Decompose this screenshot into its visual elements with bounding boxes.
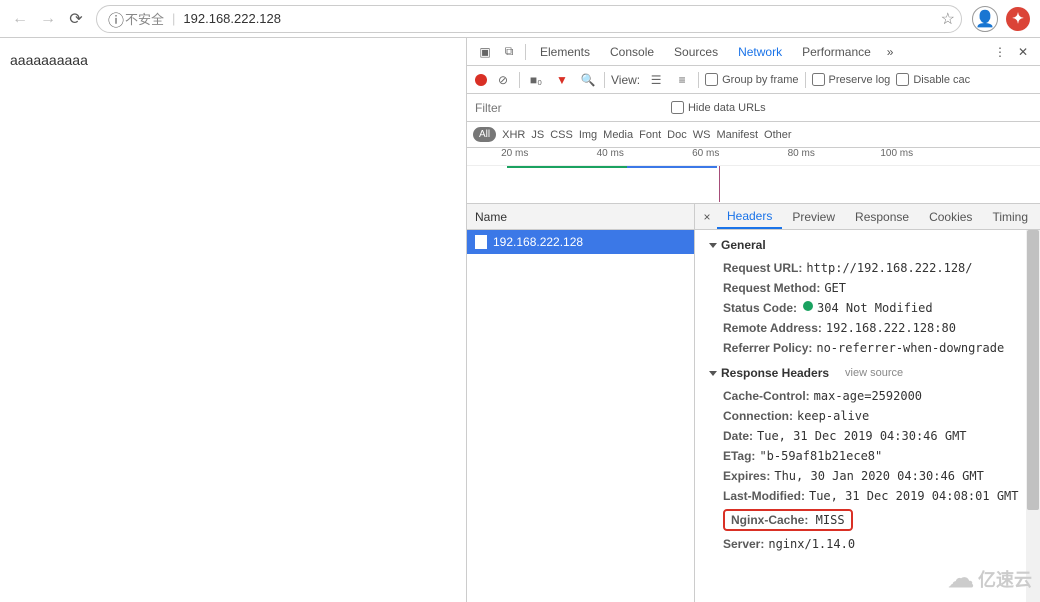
request-list: Name 192.168.222.128 — [467, 204, 695, 602]
view-label: View: — [611, 73, 640, 87]
devtools-close-icon[interactable]: ✕ — [1012, 45, 1034, 59]
filter-bar: Hide data URLs — [467, 94, 1040, 122]
type-all[interactable]: All — [473, 127, 496, 142]
hide-data-urls-checkbox[interactable]: Hide data URLs — [671, 101, 766, 114]
type-img[interactable]: Img — [579, 129, 597, 141]
tab-network[interactable]: Network — [728, 38, 792, 65]
back-icon[interactable]: ← — [6, 5, 34, 33]
header-row: Cache-Control:max-age=2592000 — [695, 386, 1040, 406]
status-dot-icon — [803, 301, 813, 311]
record-icon[interactable] — [475, 74, 487, 86]
profile-icon[interactable]: 👤 — [972, 6, 998, 32]
camera-icon[interactable]: ■₀ — [526, 73, 546, 87]
page-content: aaaaaaaaaa — [0, 38, 466, 602]
clear-icon[interactable]: ⊘ — [493, 73, 513, 87]
detail-close-icon[interactable]: × — [697, 210, 717, 224]
header-row: Connection:keep-alive — [695, 406, 1040, 426]
request-list-header[interactable]: Name — [467, 204, 694, 230]
waterfall-bar — [507, 166, 627, 168]
group-by-frame-checkbox[interactable]: Group by frame — [705, 73, 798, 86]
request-method: Request Method:GET — [695, 278, 1040, 298]
type-font[interactable]: Font — [639, 129, 661, 141]
search-icon[interactable]: 🔍 — [578, 73, 598, 87]
separator: | — [172, 11, 175, 26]
waterfall-icon[interactable]: ≡ — [672, 73, 692, 87]
tick: 80 ms — [753, 148, 849, 165]
tab-response[interactable]: Response — [845, 204, 919, 229]
tick: 60 ms — [658, 148, 754, 165]
nginx-cache-header: Nginx-Cache: MISS — [695, 506, 1040, 534]
network-toolbar: ⊘ ■₀ ▼ 🔍 View: ☰ ≡ Group by frame Preser… — [467, 66, 1040, 94]
watermark: ☁亿速云 — [948, 563, 1032, 594]
devtools-tabs: ▣ ⧉ Elements Console Sources Network Per… — [467, 38, 1040, 66]
preserve-log-checkbox[interactable]: Preserve log — [812, 73, 891, 86]
devtools-panel: ▣ ⧉ Elements Console Sources Network Per… — [466, 38, 1040, 602]
tab-console[interactable]: Console — [600, 38, 664, 65]
disable-cache-checkbox[interactable]: Disable cac — [896, 73, 970, 86]
filter-input[interactable] — [467, 97, 667, 119]
forward-icon[interactable]: → — [34, 5, 62, 33]
tick: 20 ms — [467, 148, 563, 165]
header-row: ETag:"b-59af81b21ece8" — [695, 446, 1040, 466]
address-bar[interactable]: ⓘ 不安全 | 192.168.222.128 ☆ — [96, 5, 962, 33]
request-row[interactable]: 192.168.222.128 — [467, 230, 694, 254]
scrollbar[interactable] — [1026, 230, 1040, 602]
tabs-overflow-icon[interactable]: » — [881, 45, 900, 59]
tab-preview[interactable]: Preview — [782, 204, 845, 229]
tab-elements[interactable]: Elements — [530, 38, 600, 65]
tab-performance[interactable]: Performance — [792, 38, 881, 65]
type-manifest[interactable]: Manifest — [716, 129, 758, 141]
type-js[interactable]: JS — [531, 129, 544, 141]
header-row: Expires:Thu, 30 Jan 2020 04:30:46 GMT — [695, 466, 1040, 486]
remote-address: Remote Address:192.168.222.128:80 — [695, 318, 1040, 338]
bookmark-icon[interactable]: ☆ — [941, 9, 955, 29]
large-rows-icon[interactable]: ☰ — [646, 73, 666, 87]
type-xhr[interactable]: XHR — [502, 129, 525, 141]
inspect-icon[interactable]: ▣ — [473, 45, 497, 59]
url-text: 192.168.222.128 — [183, 11, 281, 26]
type-doc[interactable]: Doc — [667, 129, 687, 141]
request-detail: × Headers Preview Response Cookies Timin… — [695, 204, 1040, 602]
type-media[interactable]: Media — [603, 129, 633, 141]
type-css[interactable]: CSS — [550, 129, 573, 141]
extension-icon[interactable]: ✦ — [1006, 7, 1030, 31]
browser-toolbar: ← → ⟳ ⓘ 不安全 | 192.168.222.128 ☆ 👤 ✦ — [0, 0, 1040, 38]
request-url: Request URL:http://192.168.222.128/ — [695, 258, 1040, 278]
tab-sources[interactable]: Sources — [664, 38, 728, 65]
general-section[interactable]: General — [695, 230, 1040, 258]
timeline[interactable]: 20 ms 40 ms 60 ms 80 ms 100 ms — [467, 148, 1040, 204]
request-name: 192.168.222.128 — [493, 235, 583, 249]
tab-timing[interactable]: Timing — [982, 204, 1038, 229]
tab-headers[interactable]: Headers — [717, 204, 782, 229]
security-label: 不安全 — [125, 9, 164, 28]
tick: 40 ms — [562, 148, 658, 165]
devtools-menu-icon[interactable]: ⋮ — [988, 45, 1012, 59]
filter-icon[interactable]: ▼ — [552, 73, 572, 87]
type-ws[interactable]: WS — [693, 129, 711, 141]
info-icon: ⓘ — [107, 5, 125, 33]
tab-cookies[interactable]: Cookies — [919, 204, 982, 229]
waterfall-bar — [627, 166, 717, 168]
referrer-policy: Referrer Policy:no-referrer-when-downgra… — [695, 338, 1040, 358]
type-filter-bar: All XHR JS CSS Img Media Font Doc WS Man… — [467, 122, 1040, 148]
cloud-icon: ☁ — [948, 563, 974, 594]
device-icon[interactable]: ⧉ — [497, 44, 521, 59]
document-icon — [475, 235, 487, 249]
tick: 100 ms — [849, 148, 945, 165]
type-other[interactable]: Other — [764, 129, 792, 141]
headers-content[interactable]: General Request URL:http://192.168.222.1… — [695, 230, 1040, 602]
header-row: Date:Tue, 31 Dec 2019 04:30:46 GMT — [695, 426, 1040, 446]
dom-loaded-line — [719, 166, 720, 202]
view-source-link[interactable]: view source — [845, 367, 903, 379]
header-row: Server:nginx/1.14.0 — [695, 534, 1040, 554]
response-headers-section[interactable]: Response Headersview source — [695, 358, 1040, 386]
detail-tabs: × Headers Preview Response Cookies Timin… — [695, 204, 1040, 230]
header-row: Last-Modified:Tue, 31 Dec 2019 04:08:01 … — [695, 486, 1040, 506]
reload-icon[interactable]: ⟳ — [62, 5, 90, 33]
status-code: Status Code:304 Not Modified — [695, 298, 1040, 318]
